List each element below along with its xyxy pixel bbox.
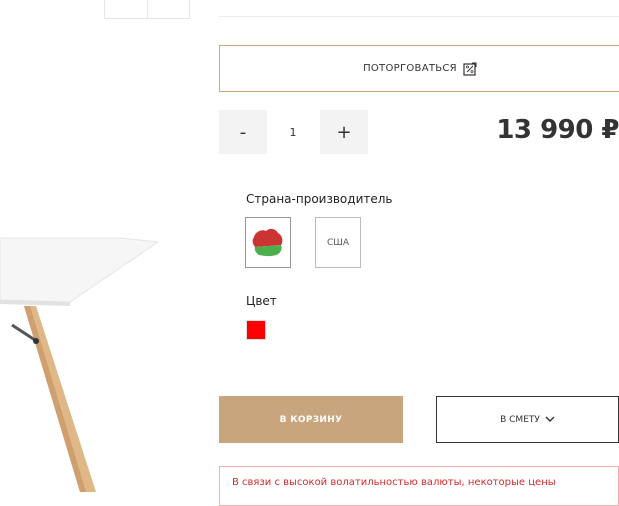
negotiate-icon [463,62,477,76]
product-image [0,237,160,492]
divider [219,16,619,17]
country-option-belarus[interactable] [245,217,291,268]
thumbnail-divider [147,0,148,19]
quantity-input[interactable]: 1 [280,110,306,154]
add-to-cart-button[interactable]: В КОРЗИНУ [219,396,403,443]
product-price: 13 990 ₽ [496,115,619,145]
currency-notice: В связи с высокой волатильностью валюты,… [219,466,619,506]
color-swatch-red[interactable] [246,320,266,340]
add-to-estimate-button[interactable]: В СМЕТУ [436,396,619,443]
negotiate-button[interactable]: ПОТОРГОВАТЬСЯ [219,45,619,92]
country-option-label: США [326,237,350,248]
cart-button-label: В КОРЗИНУ [279,414,343,425]
negotiate-label: ПОТОРГОВАТЬСЯ [363,63,457,74]
chevron-down-icon [545,416,555,422]
country-option-usa[interactable]: США [315,217,361,268]
color-label: Цвет [246,294,277,308]
estimate-button-label: В СМЕТУ [500,414,540,425]
belarus-map-icon [252,228,283,256]
quantity-increase-button[interactable]: + [320,110,368,154]
country-label: Страна-производитель [246,192,393,206]
quantity-decrease-button[interactable]: - [219,110,267,154]
